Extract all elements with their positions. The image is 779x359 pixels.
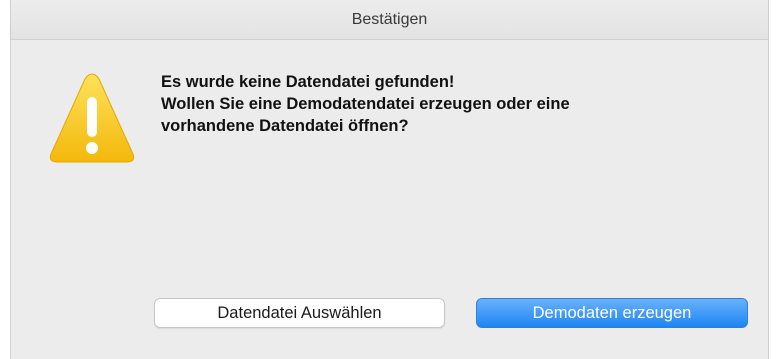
message-line-1: Es wurde keine Datendatei gefunden! [161, 73, 455, 91]
dialog-message: Es wurde keine Datendatei gefunden! Woll… [161, 71, 741, 137]
warning-icon [49, 73, 135, 163]
dialog-titlebar[interactable]: Bestätigen [11, 0, 768, 40]
create-demo-data-button[interactable]: Demodaten erzeugen [476, 298, 748, 328]
select-data-file-button[interactable]: Datendatei Auswählen [154, 298, 445, 328]
confirm-dialog: Bestätigen Es wurde keine Datendatei gef… [10, 0, 769, 359]
message-line-3: vorhandene Datendatei öffnen? [161, 117, 409, 135]
message-line-2: Wollen Sie eine Demodatendatei erzeugen … [161, 95, 570, 113]
dialog-title: Bestätigen [351, 10, 428, 28]
